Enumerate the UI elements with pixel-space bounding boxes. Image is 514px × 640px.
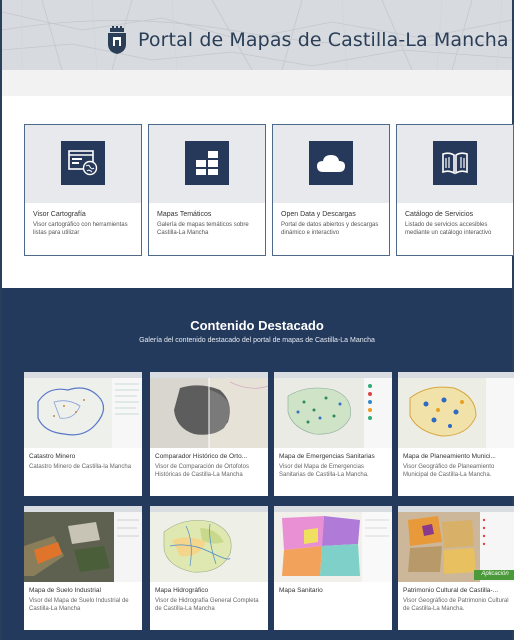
card-description: Visor cartográfico con herramientas list… <box>33 222 128 236</box>
card-title: Catálogo de Servicios <box>405 211 474 218</box>
cloud-icon <box>309 141 353 185</box>
featured-item-catastro-minero[interactable]: Catastro Minero Catastro Minero de Casti… <box>24 372 142 496</box>
map-thumbnail <box>274 372 392 448</box>
map-thumbnail <box>398 372 514 448</box>
card-mapas-tematicos[interactable]: Mapas Temáticos Galería de mapas temátic… <box>148 124 266 256</box>
app-badge: Aplicación <box>481 571 509 577</box>
card-description: Portal de datos abiertos y descargas din… <box>281 222 379 236</box>
card-title: Mapas Temáticos <box>157 211 212 218</box>
tile-title: Comparador Histórico de Orto... <box>155 453 248 460</box>
tile-title: Catastro Minero <box>29 453 76 460</box>
map-thumbnail <box>274 506 392 582</box>
grid-blocks-icon <box>185 141 229 185</box>
sub-banner <box>2 70 512 96</box>
map-thumbnail: Aplicación <box>398 506 514 582</box>
tile-description: Visor Geográfico de Patrimonio Cultural … <box>403 598 509 612</box>
card-visor-cartografia[interactable]: Visor Cartografía Visor cartográfico con… <box>24 124 142 256</box>
card-description: Galería de mapas temáticos sobre Castill… <box>157 222 249 236</box>
card-description: Listado de servicios accesibles mediante… <box>405 222 492 236</box>
tile-description: Visor de Hidrografía General Completa de… <box>155 598 259 612</box>
map-thumbnail <box>24 372 142 448</box>
web-map-icon <box>61 141 105 185</box>
featured-item-planeamiento-municipal[interactable]: Mapa de Planeamiento Munici... Visor Geo… <box>398 372 514 496</box>
featured-item-emergencias-sanitarias[interactable]: Mapa de Emergencias Sanitarias Visor del… <box>274 372 392 496</box>
tile-description: Visor Geográfico de Planeamiento Municip… <box>403 464 495 478</box>
featured-item-patrimonio-cultural[interactable]: Aplicación Patrimonio Cultural de Castil… <box>398 506 514 630</box>
card-open-data[interactable]: Open Data y Descargas Portal de datos ab… <box>272 124 390 256</box>
category-cards: Visor Cartografía Visor cartográfico con… <box>24 124 514 256</box>
tile-description: Visor del Mapa de Suelo Industrial de Ca… <box>29 598 129 612</box>
tile-title: Mapa de Planeamiento Munici... <box>403 453 496 460</box>
card-catalogo-servicios[interactable]: Catálogo de Servicios Listado de servici… <box>396 124 514 256</box>
tile-description: Catastro Minero de Castilla-la Mancha <box>29 464 132 470</box>
book-icon <box>433 141 477 185</box>
featured-item-suelo-industrial[interactable]: Mapa de Suelo Industrial Visor del Mapa … <box>24 506 142 630</box>
map-thumbnail <box>150 372 268 448</box>
tile-title: Patrimonio Cultural de Castilla-... <box>403 587 499 594</box>
featured-item-sanitario[interactable]: Mapa Sanitario <box>274 506 392 630</box>
header-brand[interactable]: Portal de Mapas de Castilla-La Mancha <box>106 26 509 54</box>
map-thumbnail <box>24 506 142 582</box>
tile-description: Visor del Mapa de Emergencias Sanitarias… <box>279 464 369 478</box>
tile-title: Mapa Sanitario <box>279 587 323 594</box>
page-title: Portal de Mapas de Castilla-La Mancha <box>138 29 509 51</box>
card-title: Open Data y Descargas <box>281 211 356 218</box>
card-title: Visor Cartografía <box>33 211 86 218</box>
header-banner: Portal de Mapas de Castilla-La Mancha <box>2 0 512 70</box>
featured-subtitle: Galería del contenido destacado del port… <box>139 337 375 344</box>
tile-title: Mapa de Suelo Industrial <box>29 587 101 594</box>
crest-icon <box>108 26 126 54</box>
tile-title: Mapa de Emergencias Sanitarias <box>279 453 375 460</box>
featured-title: Contenido Destacado <box>190 318 324 333</box>
tile-title: Mapa Hidrográfico <box>155 587 209 594</box>
tile-description: Visor de Comparación de Ortofotos Histór… <box>155 464 249 478</box>
map-thumbnail <box>150 506 268 582</box>
featured-section: Contenido Destacado Galería del contenid… <box>2 288 514 640</box>
featured-item-hidrografico[interactable]: Mapa Hidrográfico Visor de Hidrografía G… <box>150 506 268 630</box>
featured-item-comparador-historico[interactable]: Comparador Histórico de Orto... Visor de… <box>150 372 268 496</box>
